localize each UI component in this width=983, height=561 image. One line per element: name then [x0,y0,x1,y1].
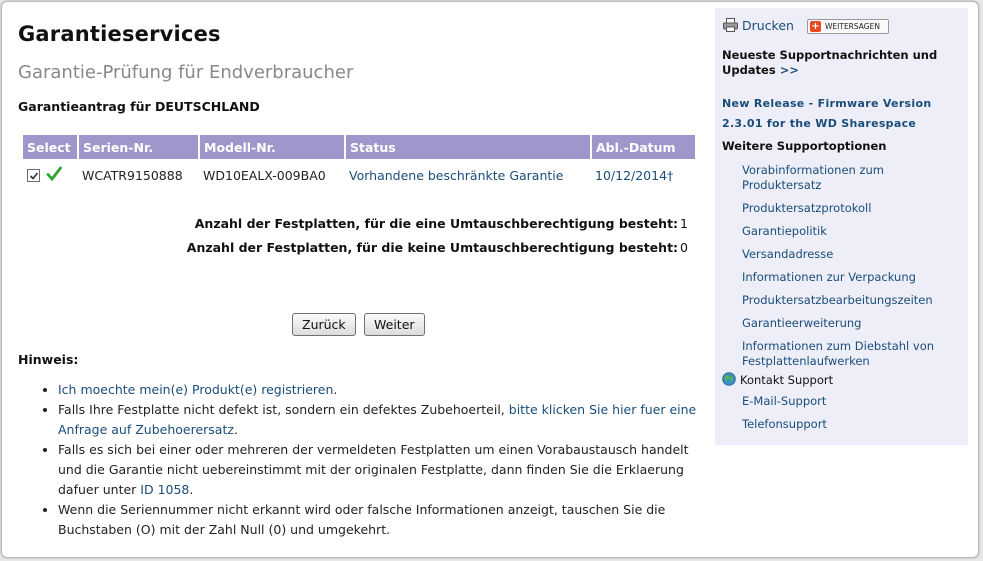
sidebar-link-item: Garantieerweiterung [742,316,964,331]
news-heading: Neueste Supportnachrichten und Updates >… [722,48,937,78]
news-more-link[interactable]: >> [780,63,799,77]
status-cell: Vorhandene beschränkte Garantie [345,159,591,191]
phone-support-link[interactable]: Telefonsupport [742,417,827,431]
page-frame: Garantieservices Garantie-Prüfung für En… [1,1,979,558]
sidebar-link-item: Versandadresse [742,247,964,262]
list-item: Ich moechte mein(e) Produkt(e) registrie… [58,380,708,400]
select-cell [23,159,78,191]
support-options-list: Vorabinformationen zum Produktersatz Pro… [742,163,964,377]
country-heading: Garantieantrag für DEUTSCHLAND [18,99,260,114]
shipping-address-link[interactable]: Versandadresse [742,247,833,261]
select-checkbox[interactable] [27,168,40,182]
notes-list: Ich moechte mein(e) Produkt(e) registrie… [18,380,708,540]
news-heading-text: Updates [722,63,776,77]
plus-icon: + [810,21,821,32]
processing-times-link[interactable]: Produktersatzbearbeitungszeiten [742,293,933,307]
sidebar-link-item: Telefonsupport [742,417,827,432]
col-header-model: Modell-Nr. [199,135,346,159]
table-header-row: Select Serien-Nr. Modell-Nr. Status Abl.… [23,135,695,159]
status-link[interactable]: Vorhandene beschränkte Garantie [349,168,563,183]
options-heading: Weitere Supportoptionen [722,139,887,153]
email-support-link[interactable]: E-Mail-Support [742,394,826,408]
eligible-count-value: 1 [680,216,688,231]
serial-cell: WCATR9150888 [82,167,183,183]
sidebar-link-item: Produktersatzbearbeitungszeiten [742,293,964,308]
sidebar-link-item: Vorabinformationen zum Produktersatz [742,163,964,193]
contact-heading-label: Kontakt Support [740,373,834,387]
table-row: WCATR9150888 WD10EALX-009BA0 Vorhandene … [23,159,695,191]
eligible-count: Anzahl der Festplatten, für die eine Umt… [195,216,688,231]
col-header-expiry: Abl.-Datum [591,135,695,159]
contact-list: E-Mail-Support Telefonsupport [742,394,827,440]
print-row: Drucken [723,18,794,35]
valid-check-icon [46,166,62,185]
eligible-count-label: Anzahl der Festplatten, für die eine Umt… [194,216,679,231]
share-button[interactable]: + WEITERSAGEN [807,19,889,34]
print-link[interactable]: Drucken [742,18,794,33]
list-item: Falls Ihre Festplatte nicht defekt ist, … [58,400,708,440]
sidebar-link-item: Informationen zum Diebstahl von Festplat… [742,339,964,369]
list-item: Wenn die Seriennummer nicht erkannt wird… [58,500,708,540]
next-button[interactable]: Weiter [364,313,425,336]
model-cell: WD10EALX-009BA0 [203,167,326,183]
sidebar: Drucken + WEITERSAGEN Neueste Supportnach… [715,8,968,445]
col-header-status: Status [345,135,592,159]
warranty-extension-link[interactable]: Garantieerweiterung [742,316,861,330]
id-1058-link[interactable]: ID 1058 [140,482,189,497]
ineligible-count-value: 0 [680,240,688,255]
warranty-policy-link[interactable]: Garantiepolitik [742,224,827,238]
note-text: . [333,382,338,397]
news-heading-line: Updates >> [722,63,937,78]
printer-icon[interactable] [723,18,738,35]
list-item: Falls es sich bei einer oder mehreren de… [58,440,708,500]
release-news-link[interactable]: New Release - Firmware Version 2.3.01 fo… [722,94,931,134]
news-heading-line: Neueste Supportnachrichten und [722,48,938,62]
contact-heading: Kontakt Support [722,372,833,389]
replacement-log-link[interactable]: Produktersatzprotokoll [742,201,871,215]
col-header-select: Select [23,135,79,159]
note-text: . [233,422,238,437]
note-text: . [189,482,194,497]
expiry-link[interactable]: 10/12/2014† [595,168,673,183]
page-subtitle: Garantie-Prüfung für Endverbraucher [18,62,354,83]
packaging-info-link[interactable]: Informationen zur Verpackung [742,270,916,284]
note-text: Falls Ihre Festplatte nicht defekt ist, … [58,402,509,417]
note-text: Wenn die Seriennummer nicht erkannt wird… [58,502,666,537]
share-label: WEITERSAGEN [825,22,880,31]
expiry-cell: 10/12/2014† [591,159,695,191]
notes-label: Hinweis: [18,352,79,367]
page-title: Garantieservices [18,22,221,46]
col-header-serial: Serien-Nr. [78,135,200,159]
ineligible-count-label: Anzahl der Festplatten, für die keine Um… [186,240,679,255]
sidebar-link-item: Informationen zur Verpackung [742,270,964,285]
theft-info-link[interactable]: Informationen zum Diebstahl von Festplat… [742,339,934,368]
warranty-table: Select Serien-Nr. Modell-Nr. Status Abl.… [23,135,695,191]
release-line: New Release - Firmware Version [722,97,932,110]
back-button[interactable]: Zurück [292,313,356,336]
advance-info-link[interactable]: Vorabinformationen zum Produktersatz [742,163,884,192]
sidebar-link-item: E-Mail-Support [742,394,827,409]
release-line: 2.3.01 for the WD Sharespace [722,117,917,130]
sidebar-link-item: Garantiepolitik [742,224,964,239]
sidebar-link-item: Produktersatzprotokoll [742,201,964,216]
ineligible-count: Anzahl der Festplatten, für die keine Um… [187,240,688,255]
globe-icon [722,372,736,389]
register-product-link[interactable]: Ich moechte mein(e) Produkt(e) registrie… [58,382,333,397]
